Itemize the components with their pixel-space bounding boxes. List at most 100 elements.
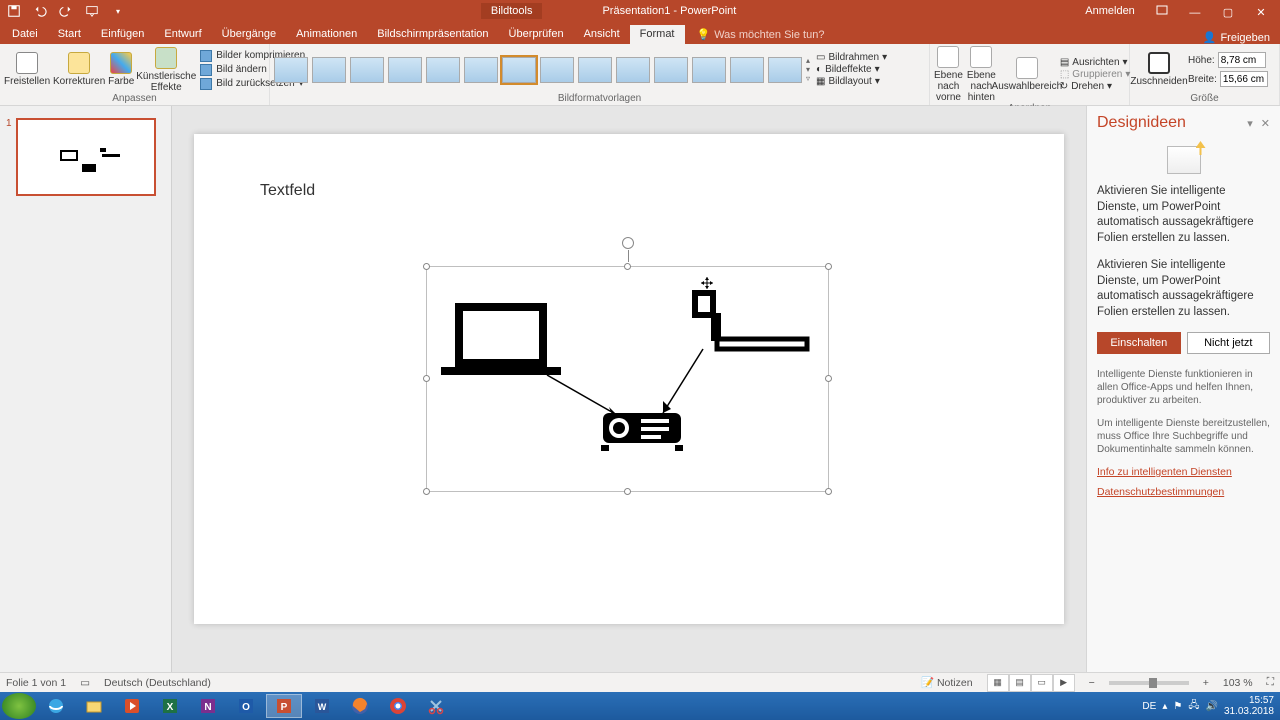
slide-text-textfeld[interactable]: Textfeld	[260, 182, 315, 200]
taskbar-outlook-icon[interactable]: O	[228, 694, 264, 718]
bildeffekte-button[interactable]: ◐ Bildeffekte ▾	[814, 64, 889, 75]
close-icon[interactable]: ✕	[1246, 1, 1276, 23]
view-normal-icon[interactable]: ▦	[987, 674, 1009, 692]
height-input[interactable]	[1218, 52, 1266, 68]
qat-more-icon[interactable]: ▾	[110, 3, 126, 19]
farbe-button[interactable]: Farbe	[108, 52, 134, 87]
system-tray[interactable]: DE ▴ ⚑ 🖧 🔊 15:57 31.03.2018	[1142, 695, 1278, 717]
taskbar-explorer-icon[interactable]	[76, 694, 112, 718]
taskbar-onenote-icon[interactable]: N	[190, 694, 226, 718]
slide-thumbnails: 1	[0, 106, 172, 672]
pane-small-2: Um intelligente Dienste bereitzustellen,…	[1097, 417, 1270, 456]
tell-me-search[interactable]: 💡 Was möchten Sie tun?	[689, 25, 833, 44]
taskbar-powerpoint-icon[interactable]: P	[266, 694, 302, 718]
tray-flag-icon[interactable]: ⚑	[1173, 701, 1182, 712]
svg-text:W: W	[318, 702, 327, 712]
tray-vol-icon[interactable]: 🔊	[1205, 701, 1217, 712]
group-label-anpassen: Anpassen	[4, 93, 265, 105]
tab-ansicht[interactable]: Ansicht	[574, 25, 630, 44]
zoom-value[interactable]: 103 %	[1223, 677, 1253, 689]
tab-datei[interactable]: Datei	[2, 25, 48, 44]
tab-entwurf[interactable]: Entwurf	[154, 25, 211, 44]
status-spellcheck-icon[interactable]: ▭	[80, 677, 90, 689]
signin-link[interactable]: Anmelden	[1085, 5, 1135, 17]
zoom-in-icon[interactable]: +	[1203, 677, 1209, 689]
minimize-icon[interactable]: —	[1180, 2, 1210, 24]
slide-thumbnail-1[interactable]	[16, 118, 156, 196]
title-bar: ▾ Bildtools Präsentation1 - PowerPoint A…	[0, 0, 1280, 22]
status-notes[interactable]: 📝 Notizen	[921, 676, 973, 689]
status-bar: Folie 1 von 1 ▭ Deutsch (Deutschland) 📝 …	[0, 672, 1280, 692]
taskbar-excel-icon[interactable]: X	[152, 694, 188, 718]
slide-canvas[interactable]: Textfeld	[194, 134, 1064, 624]
taskbar-snipping-icon[interactable]	[418, 694, 454, 718]
tab-format[interactable]: Format	[630, 25, 685, 44]
maximize-icon[interactable]: ▢	[1213, 1, 1243, 23]
effekte-button[interactable]: Künstlerische Effekte	[138, 47, 194, 93]
save-icon[interactable]	[6, 3, 22, 19]
tab-uebergaenge[interactable]: Übergänge	[212, 25, 286, 44]
status-slide: Folie 1 von 1	[6, 677, 66, 689]
svg-text:O: O	[242, 702, 250, 713]
zoom-out-icon[interactable]: −	[1089, 677, 1095, 689]
freistellen-button[interactable]: Freistellen	[4, 52, 50, 87]
korrekturen-button[interactable]: Korrekturen	[54, 52, 104, 87]
undo-icon[interactable]	[32, 3, 48, 19]
taskbar-word-icon[interactable]: W	[304, 694, 340, 718]
ebene-vorne-button[interactable]: Ebene nach vorne	[934, 46, 963, 103]
tray-network-icon[interactable]: 🖧	[1188, 698, 1199, 715]
tray-up-icon[interactable]: ▴	[1162, 701, 1167, 712]
einschalten-button[interactable]: Einschalten	[1097, 332, 1181, 354]
drehen-button[interactable]: ↻ Drehen ▾	[1058, 81, 1133, 92]
pane-close-icon[interactable]: ✕	[1261, 117, 1270, 130]
taskbar-chrome-icon[interactable]	[380, 694, 416, 718]
nicht-jetzt-button[interactable]: Nicht jetzt	[1187, 332, 1271, 354]
view-slideshow-icon[interactable]: ▶	[1053, 674, 1075, 692]
svg-text:N: N	[204, 702, 211, 713]
ausrichten-button[interactable]: ▤ Ausrichten ▾	[1058, 57, 1133, 68]
share-button[interactable]: 👤 Freigeben	[1203, 31, 1280, 44]
picture-styles-gallery[interactable]: ▴▾▿	[274, 56, 810, 83]
taskbar-ie-icon[interactable]	[38, 694, 74, 718]
ribbon-tabs: Datei Start Einfügen Entwurf Übergänge A…	[0, 22, 1280, 44]
view-sorter-icon[interactable]: ▤	[1009, 674, 1031, 692]
design-ideas-pane: Designideen ▾ ✕ Aktivieren Sie intellige…	[1086, 106, 1280, 672]
bildlayout-button[interactable]: ▦ Bildlayout ▾	[814, 76, 889, 87]
auswahlbereich-button[interactable]: Auswahlbereich	[1000, 57, 1054, 92]
view-reading-icon[interactable]: ▭	[1031, 674, 1053, 692]
slide-editor[interactable]: Textfeld	[172, 106, 1086, 672]
main-area: 1 Textfeld	[0, 106, 1280, 672]
diagram-svg	[427, 267, 830, 493]
context-tab-label: Bildtools	[481, 3, 543, 19]
zuschneiden-button[interactable]: Zuschneiden	[1134, 52, 1184, 87]
tab-bildschirmpraesentation[interactable]: Bildschirmpräsentation	[367, 25, 498, 44]
slideshow-icon[interactable]	[84, 3, 100, 19]
zoom-slider[interactable]	[1109, 681, 1189, 685]
redo-icon[interactable]	[58, 3, 74, 19]
selected-picture[interactable]	[426, 266, 829, 492]
tray-date[interactable]: 31.03.2018	[1224, 706, 1274, 717]
pane-options-icon[interactable]: ▾	[1247, 117, 1253, 130]
ebene-hinten-button[interactable]: Ebene nach hinten	[967, 46, 996, 103]
start-button[interactable]	[2, 693, 36, 719]
taskbar-firefox-icon[interactable]	[342, 694, 378, 718]
status-language[interactable]: Deutsch (Deutschland)	[104, 677, 211, 689]
width-input[interactable]	[1220, 71, 1268, 87]
rotation-handle[interactable]	[622, 237, 634, 249]
pane-text-2: Aktivieren Sie intelligente Dienste, um …	[1097, 258, 1270, 320]
svg-text:X: X	[167, 702, 174, 713]
ribbon-display-icon[interactable]	[1147, 0, 1177, 21]
fit-window-icon[interactable]: ⛶	[1267, 676, 1274, 689]
tray-time[interactable]: 15:57	[1249, 695, 1274, 706]
tab-ueberpruefen[interactable]: Überprüfen	[499, 25, 574, 44]
link-datenschutz[interactable]: Datenschutzbestimmungen	[1097, 486, 1270, 498]
tab-einfuegen[interactable]: Einfügen	[91, 25, 154, 44]
taskbar-media-icon[interactable]	[114, 694, 150, 718]
tray-lang[interactable]: DE	[1142, 701, 1156, 712]
svg-text:P: P	[281, 702, 288, 713]
tab-start[interactable]: Start	[48, 25, 91, 44]
tab-animationen[interactable]: Animationen	[286, 25, 367, 44]
link-info[interactable]: Info zu intelligenten Diensten	[1097, 466, 1270, 478]
bildrahmen-button[interactable]: ▭ Bildrahmen ▾	[814, 52, 889, 63]
document-title: Präsentation1 - PowerPoint	[602, 5, 736, 17]
